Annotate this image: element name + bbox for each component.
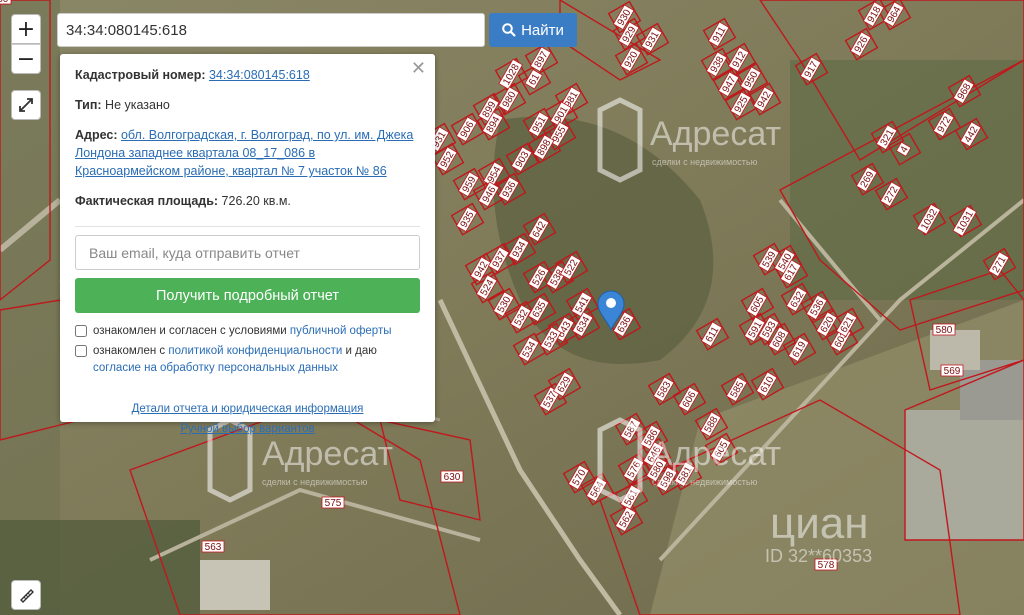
watermark-cian: циан ID 32**60353 [765,499,872,566]
plot-number: 580 [936,325,953,336]
watermark-brand: Адресат [262,435,393,473]
offer-consent-checkbox[interactable] [75,325,87,337]
watermark-brand: Адресат [650,115,781,153]
cadastral-number-row: Кадастровый номер: 34:34:080145:618 [75,66,420,84]
plot-number: 630 [444,472,461,483]
plot-label[interactable]: 580 [932,323,956,336]
parcel-info-popup: ✕ Кадастровый номер: 34:34:080145:618 Ти… [60,54,435,435]
email-input[interactable] [75,235,420,270]
watermark-cian-text: циан [770,499,869,548]
offer-consent-text: ознакомлен и согласен с условиями публич… [93,323,392,340]
search-button[interactable]: Найти [489,13,577,47]
area-label: Фактическая площадь: [75,194,219,208]
privacy-policy-link[interactable]: политикой конфиденциальности [168,345,342,357]
plot-number: 563 [205,542,222,553]
privacy-consent-label: ознакомлен с [93,345,166,357]
divider [75,226,420,227]
search-button-label: Найти [521,21,564,39]
address-row: Адрес: обл. Волгоградская, г. Волгоград,… [75,126,420,180]
get-report-button[interactable]: Получить подробный отчет [75,278,420,313]
address-label: Адрес: [75,128,118,142]
plot-label[interactable]: 160 [0,0,12,5]
plot-number: 569 [944,366,961,377]
type-label: Тип: [75,98,102,112]
ruler-icon [20,589,34,603]
plot-label[interactable]: 575 [321,496,345,509]
cadastral-search-input[interactable] [57,13,485,47]
address-link[interactable]: обл. Волгоградская, г. Волгоград, по ул.… [75,128,413,178]
privacy-consent-checkbox[interactable] [75,345,87,357]
watermark-brand: Адресат [650,435,781,473]
close-icon[interactable]: ✕ [411,60,426,78]
offer-consent[interactable]: ознакомлен и согласен с условиями публич… [75,323,420,340]
search-icon [502,23,516,37]
plot-number: 575 [325,498,342,509]
cadastral-link[interactable]: 34:34:080145:618 [209,68,310,82]
plot-label[interactable]: 630 [440,470,464,483]
offer-consent-label: ознакомлен и согласен с условиями [93,325,287,337]
privacy-consent-text: ознакомлен с политикой конфиденциальност… [93,343,420,377]
area-row: Фактическая площадь: 726.20 кв.м. [75,192,420,210]
privacy-consent-and: и даю [345,345,377,357]
fullscreen-button[interactable] [11,90,41,120]
watermark-tagline: сделки с недвижимостью [652,157,758,167]
type-value: Не указано [105,98,170,112]
zoom-in-button[interactable]: + [11,14,41,44]
expand-icon [19,98,33,112]
area-value: 726.20 кв.м. [221,194,291,208]
plot-label[interactable]: 563 [201,540,225,553]
ruler-button[interactable] [11,580,41,610]
popup-footer-links: Детали отчета и юридическая информация Р… [75,399,420,439]
manual-selection-link[interactable]: Ручной выбор вариантов [180,423,314,435]
plot-label[interactable]: 569 [940,364,964,377]
zoom-out-button[interactable]: − [11,44,41,74]
report-details-link[interactable]: Детали отчета и юридическая информация [132,403,364,415]
public-offer-link[interactable]: публичной оферты [290,325,392,337]
watermark-cian-id: ID 32**60353 [765,546,872,566]
watermark-tagline: сделки с недвижимостью [262,477,368,487]
personal-data-consent-link[interactable]: согласие на обработку персональных данны… [93,362,338,374]
plot-number: 160 [0,0,9,5]
privacy-consent[interactable]: ознакомлен с политикой конфиденциальност… [75,343,420,377]
type-row: Тип: Не указано [75,96,420,114]
cadastral-label: Кадастровый номер: [75,68,206,82]
watermark-tagline: сделки с недвижимостью [652,477,758,487]
